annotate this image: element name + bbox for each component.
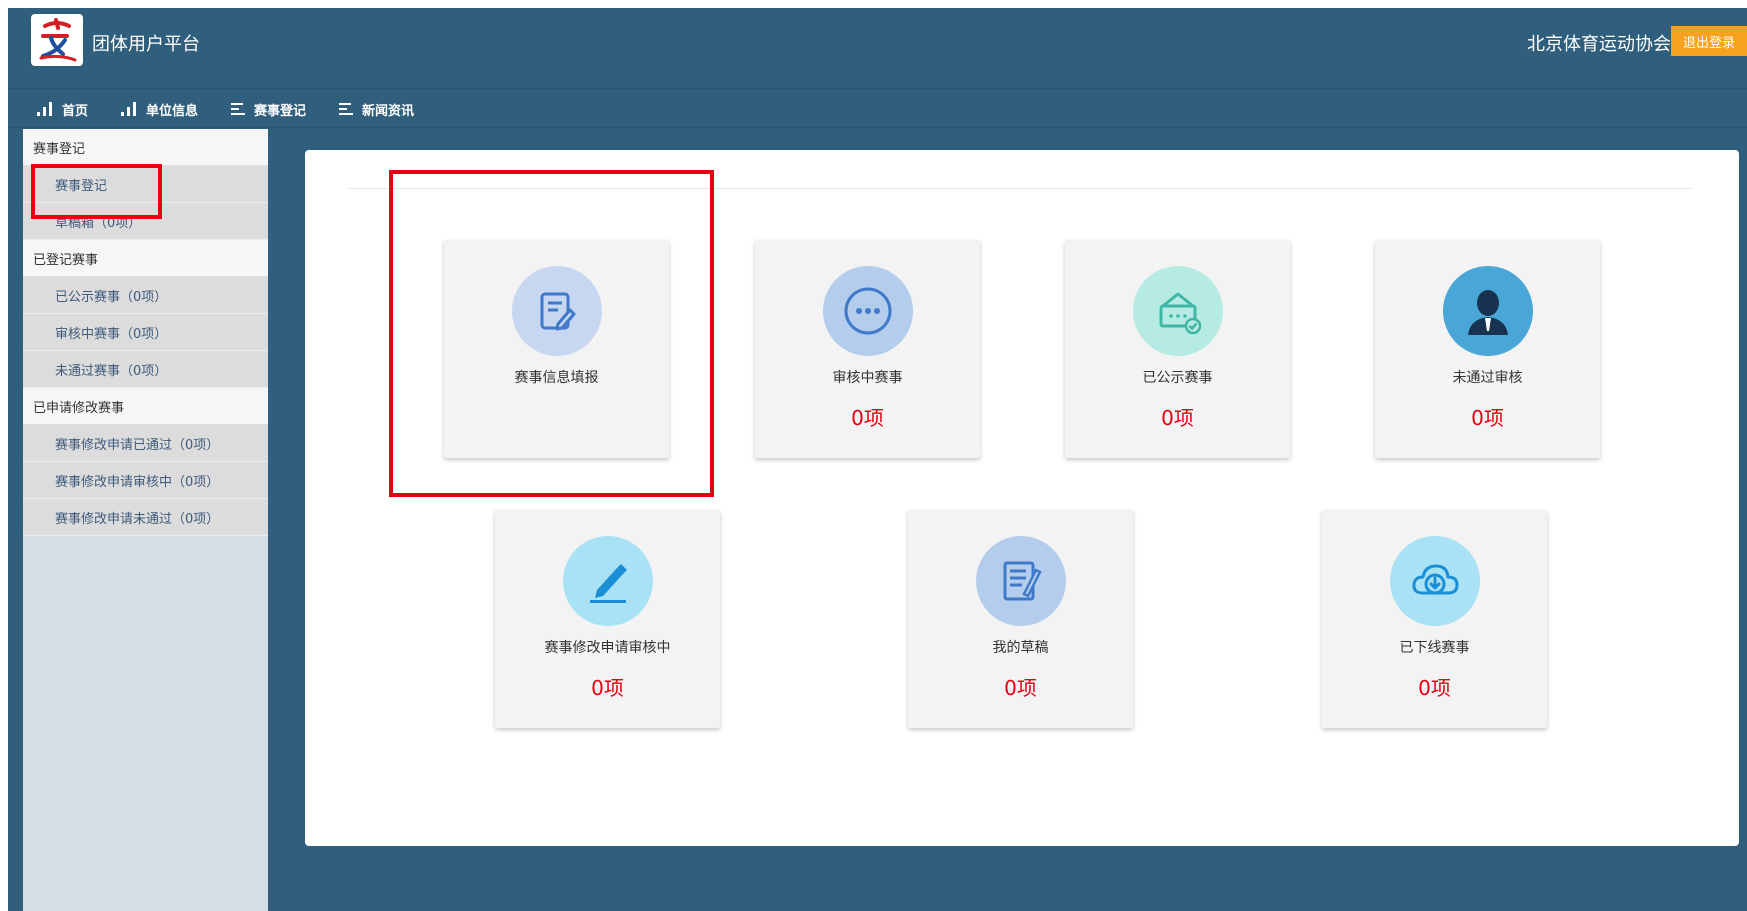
card-icon-circle (1133, 266, 1223, 356)
sidebar-item-rejected[interactable]: 未通过赛事（0项） (23, 351, 268, 388)
draft-icon (1003, 561, 1042, 601)
card-count: 0项 (1418, 676, 1451, 700)
sidebar-group-title[interactable]: 已登记赛事 (23, 240, 268, 277)
card-label: 未通过审核 (1452, 370, 1523, 386)
pen-icon (590, 564, 627, 603)
card-event-info-entry[interactable]: 赛事信息填报 (444, 240, 669, 458)
card-label: 已下线赛事 (1399, 640, 1470, 656)
card-count: 0项 (851, 406, 884, 430)
card-icon-circle (1390, 536, 1480, 626)
sidebar-item-modify-approved[interactable]: 赛事修改申请已通过（0项） (23, 425, 268, 462)
card-count: 0项 (1004, 676, 1037, 700)
logo[interactable] (31, 14, 83, 66)
sidebar: 赛事登记 赛事登记 草稿箱（0项） 已登记赛事 已公示赛事（0项） 审核中赛事（… (23, 129, 268, 911)
header: 团体用户平台 北京体育运动协会 退出登录 (8, 8, 1747, 80)
card-label: 我的草稿 (992, 640, 1049, 656)
logout-button[interactable]: 退出登录 (1671, 26, 1747, 56)
card-count: 0项 (1471, 406, 1504, 430)
card-icon-circle (512, 266, 602, 356)
card-icon-circle (823, 266, 913, 356)
card-published[interactable]: 已公示赛事 0项 (1065, 240, 1290, 458)
card-icon-circle (976, 536, 1066, 626)
sidebar-item-event-registration[interactable]: 赛事登记 (23, 166, 268, 203)
nav-item-label: 首页 (62, 103, 89, 119)
app-window: 团体用户平台 北京体育运动协会 退出登录 首页 单位信息 赛事登记 新闻资讯 赛… (8, 8, 1747, 911)
card-icon-circle (563, 536, 653, 626)
nav-item-home[interactable]: 首页 (36, 89, 88, 129)
card-label: 审核中赛事 (832, 370, 903, 386)
divider (349, 188, 1691, 189)
card-my-drafts[interactable]: 我的草稿 0项 (908, 510, 1133, 728)
card-label: 赛事修改申请审核中 (544, 640, 671, 656)
sidebar-item-published[interactable]: 已公示赛事（0项） (23, 277, 268, 314)
list-icon (231, 103, 245, 115)
nav-item-label: 单位信息 (146, 103, 199, 119)
nav-item-label: 新闻资讯 (362, 103, 415, 119)
top-nav: 首页 单位信息 赛事登记 新闻资讯 (8, 88, 1747, 128)
announcement-icon (1159, 292, 1202, 335)
form-edit-icon (540, 292, 576, 331)
sidebar-item-under-review[interactable]: 审核中赛事（0项） (23, 314, 268, 351)
logo-icon (39, 18, 77, 62)
main-panel: 赛事信息填报 审核中赛事 0项 已公示赛事 0项 未通过审核 0项 赛事修改申请… (305, 150, 1739, 846)
sidebar-group-title[interactable]: 已申请修改赛事 (23, 388, 268, 425)
bar-chart-icon (121, 102, 136, 116)
card-rejected[interactable]: 未通过审核 0项 (1375, 240, 1600, 458)
sidebar-item-drafts[interactable]: 草稿箱（0项） (23, 203, 268, 240)
nav-item-unit-info[interactable]: 单位信息 (120, 89, 198, 129)
sidebar-item-modify-rejected[interactable]: 赛事修改申请未通过（0项） (23, 499, 268, 536)
nav-item-label: 赛事登记 (254, 103, 307, 119)
list-icon (339, 103, 353, 115)
card-under-review[interactable]: 审核中赛事 0项 (755, 240, 980, 458)
card-offline[interactable]: 已下线赛事 0项 (1322, 510, 1547, 728)
card-count: 0项 (591, 676, 624, 700)
nav-item-event-registration[interactable]: 赛事登记 (230, 89, 306, 129)
org-name: 北京体育运动协会 (1527, 34, 1671, 55)
card-label: 已公示赛事 (1142, 370, 1213, 386)
user-icon (1468, 290, 1508, 335)
sidebar-group-title[interactable]: 赛事登记 (23, 129, 268, 166)
more-dots-icon (844, 287, 892, 335)
nav-item-news[interactable]: 新闻资讯 (338, 89, 414, 129)
card-label: 赛事信息填报 (514, 370, 599, 386)
cloud-download-icon (1412, 564, 1459, 595)
bar-chart-icon (37, 102, 52, 116)
card-icon-circle (1443, 266, 1533, 356)
sidebar-item-modify-reviewing[interactable]: 赛事修改申请审核中（0项） (23, 462, 268, 499)
app-title: 团体用户平台 (92, 34, 200, 55)
card-count: 0项 (1161, 406, 1194, 430)
card-modify-reviewing[interactable]: 赛事修改申请审核中 0项 (495, 510, 720, 728)
